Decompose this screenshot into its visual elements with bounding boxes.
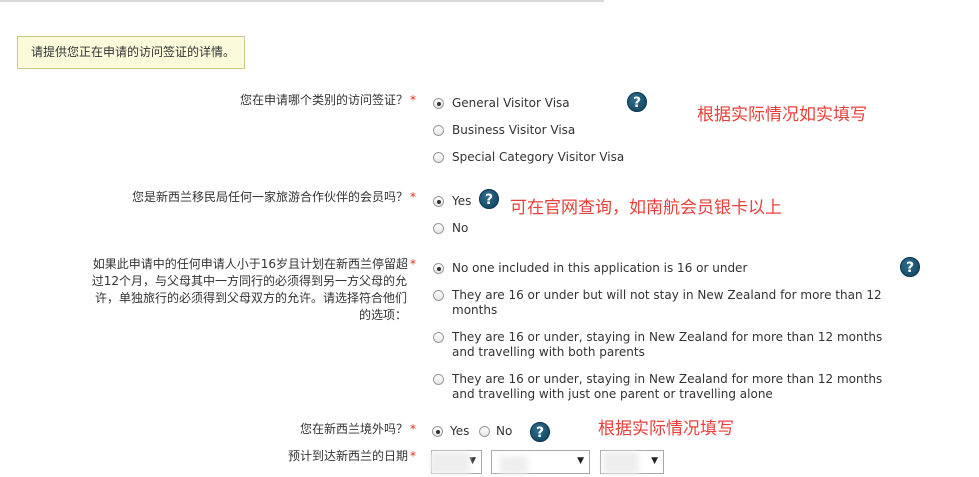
- radio-business-visitor-visa[interactable]: [433, 125, 444, 136]
- visa-category-label: 您在申请哪个类别的访问签证？ *: [150, 92, 416, 108]
- arrival-date-label-text: 预计到达新西兰的日期: [287, 449, 408, 463]
- arrival-date-label: 预计到达新西兰的日期 *: [200, 448, 416, 464]
- option-line: and travelling with just one parent or t…: [452, 387, 773, 401]
- required-asterisk: *: [410, 422, 416, 436]
- option-line: They are 16 or under, staying in New Zea…: [452, 330, 883, 344]
- option-outside-no[interactable]: No: [496, 424, 512, 439]
- dropdown-arrow-icon: ▼: [577, 456, 584, 466]
- redaction-blur: [500, 456, 528, 474]
- redaction-blur: [430, 452, 470, 474]
- option-minor-both-parents[interactable]: They are 16 or under, staying in New Zea…: [452, 330, 882, 360]
- minor-travel-label-line: 许，单独旅行的必须得到父母双方的允许。请选择符合他们: [94, 291, 407, 305]
- help-icon[interactable]: ?: [479, 189, 499, 209]
- dropdown-arrow-icon: ▼: [651, 456, 658, 466]
- minor-travel-label-line: 的选项：: [358, 308, 407, 322]
- redaction-blur: [603, 452, 639, 474]
- option-minor-one-parent-or-alone[interactable]: They are 16 or under, staying in New Zea…: [452, 372, 882, 402]
- help-icon[interactable]: ?: [530, 422, 550, 442]
- minor-travel-label: 如果此申请中的任何申请人小于16岁且计划在新西兰停留超 * 过12个月，与父母其中…: [80, 256, 416, 324]
- radio-minor-option-2[interactable]: [433, 290, 444, 301]
- option-general-visitor-visa[interactable]: General Visitor Visa: [452, 96, 570, 111]
- option-business-visitor-visa[interactable]: Business Visitor Visa: [452, 123, 575, 138]
- instruction-notice: 请提供您正在申请的访问签证的详情。: [17, 36, 245, 69]
- annotation-q4: 根据实际情况填写: [598, 419, 734, 439]
- minor-travel-label-line: 过12个月，与父母其中一方同行的必须得到另一方父母的允: [91, 274, 407, 288]
- radio-minor-option-4[interactable]: [433, 374, 444, 385]
- option-member-yes[interactable]: Yes: [452, 194, 471, 209]
- option-outside-yes[interactable]: Yes: [450, 424, 469, 439]
- annotation-q1: 根据实际情况如实填写: [697, 105, 867, 125]
- required-asterisk: *: [410, 93, 416, 107]
- option-minor-none-16-or-under[interactable]: No one included in this application is 1…: [452, 261, 747, 276]
- option-line: and travelling with both parents: [452, 345, 645, 359]
- help-icon[interactable]: ?: [900, 257, 920, 277]
- radio-minor-option-1[interactable]: [433, 263, 444, 274]
- radio-general-visitor-visa[interactable]: [433, 98, 444, 109]
- radio-member-yes[interactable]: [433, 196, 444, 207]
- dropdown-arrow-icon: ▼: [469, 456, 476, 466]
- option-line: They are 16 or under, staying in New Zea…: [452, 372, 883, 386]
- radio-outside-yes[interactable]: [432, 426, 443, 437]
- required-asterisk: *: [410, 190, 416, 204]
- option-line: They are 16 or under but will not stay i…: [452, 288, 882, 302]
- radio-special-category-visitor-visa[interactable]: [433, 152, 444, 163]
- annotation-q2: 可在官网查询，如南航会员银卡以上: [510, 198, 782, 218]
- outside-nz-label: 您在新西兰境外吗？ *: [200, 421, 416, 437]
- radio-member-no[interactable]: [433, 223, 444, 234]
- required-asterisk: *: [410, 449, 416, 463]
- option-minor-short-stay[interactable]: They are 16 or under but will not stay i…: [452, 288, 882, 318]
- option-special-category-visitor-visa[interactable]: Special Category Visitor Visa: [452, 150, 624, 165]
- radio-outside-no[interactable]: [479, 426, 490, 437]
- tour-partner-member-label-text: 您是新西兰移民局任何一家旅游合作伙伴的会员吗？: [131, 190, 408, 204]
- outside-nz-label-text: 您在新西兰境外吗？: [299, 422, 408, 436]
- help-icon[interactable]: ?: [627, 92, 647, 112]
- option-member-no[interactable]: No: [452, 221, 468, 236]
- minor-travel-label-line: 如果此申请中的任何申请人小于16岁且计划在新西兰停留超 *: [92, 257, 416, 271]
- top-divider: [0, 0, 604, 2]
- radio-minor-option-3[interactable]: [433, 332, 444, 343]
- option-line: months: [452, 303, 498, 317]
- tour-partner-member-label: 您是新西兰移民局任何一家旅游合作伙伴的会员吗？ *: [60, 189, 416, 205]
- visa-category-label-text: 您在申请哪个类别的访问签证？: [239, 93, 408, 107]
- required-asterisk: *: [410, 257, 416, 271]
